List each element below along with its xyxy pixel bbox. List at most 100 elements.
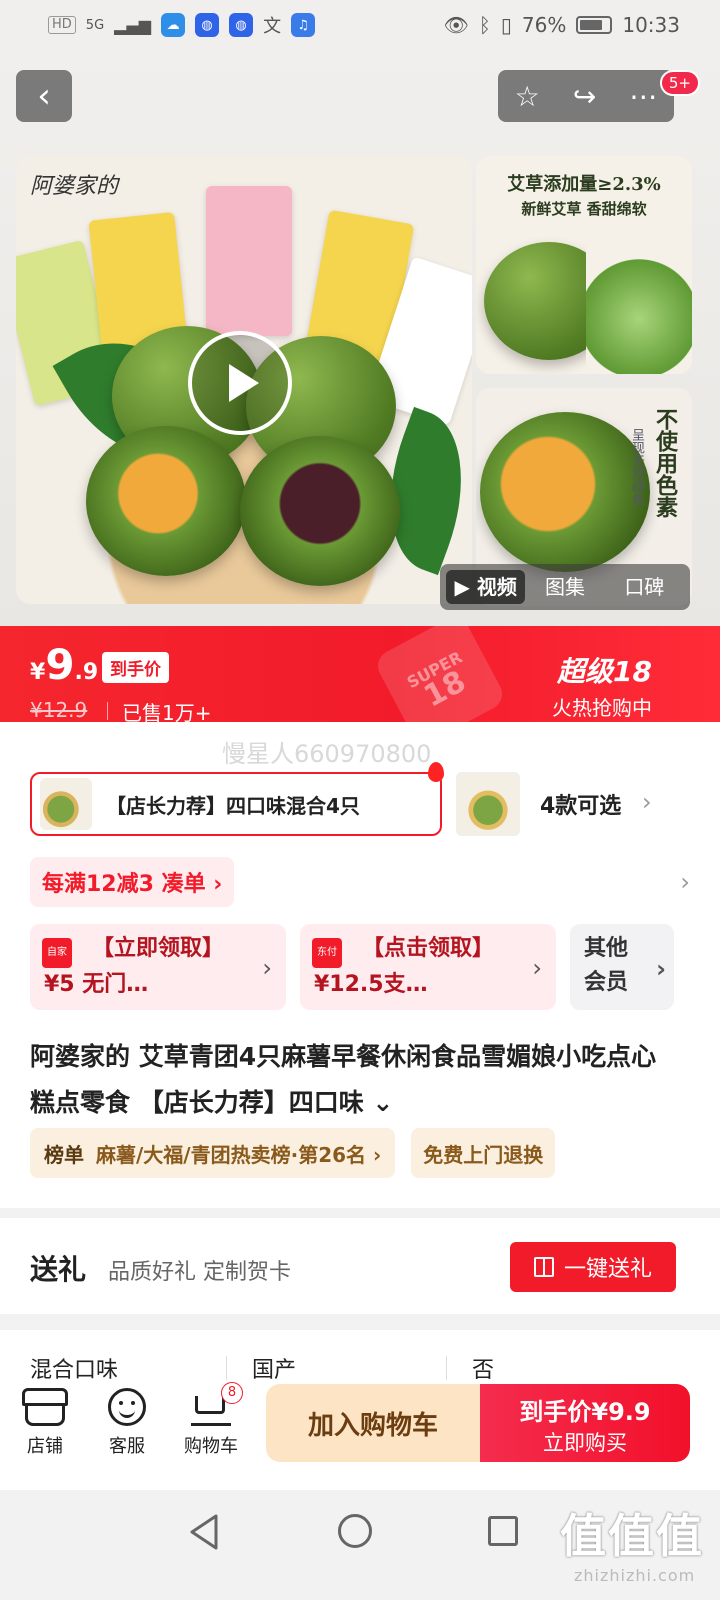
sku-thumbnail-alt[interactable] [456, 772, 520, 836]
smile-icon [108, 1388, 146, 1426]
herb-image [586, 236, 692, 374]
play-button[interactable] [188, 331, 292, 435]
tab-video-label: 视频 [476, 575, 517, 599]
qingtuan-image [86, 426, 246, 576]
coupon-card[interactable]: 东付 【点击领取】¥12.5支… › [300, 924, 556, 1010]
promo-full-reduction[interactable]: 每满12减3 凑单 › [30, 857, 235, 907]
sold-count: 已售1万+ [122, 701, 212, 722]
hd-indicator: HD [48, 16, 76, 34]
nav-back-icon[interactable] [188, 1512, 220, 1552]
price-decimal: .9 [74, 660, 99, 685]
member-label: 其他会员 [584, 936, 629, 995]
watermark: 慢星人660970800 [222, 740, 432, 768]
free-return-tag[interactable]: 免费上门退换 [411, 1128, 556, 1178]
cart-count-badge: 8 [221, 1382, 243, 1404]
chevron-right-icon: › [680, 868, 690, 896]
buy-label: 立即购买 [543, 1431, 627, 1455]
sku-selector[interactable]: 【店长力荐】四口味混合4只 4款可选 › [30, 762, 652, 836]
cart-button[interactable]: 8 购物车 [176, 1382, 246, 1458]
tab-video[interactable]: ▶ 视频 [446, 570, 526, 604]
super18-stamp: SUPER 18 [372, 626, 508, 722]
coupon-list: 自家 【立即领取】¥5 无门… › 东付 【点击领取】¥12.5支… › 其他会… [30, 924, 674, 1010]
side-image-subtitle: 新鲜艾草 香甜绵软 [521, 200, 647, 218]
buy-now-button[interactable]: 到手价¥9.9 立即购买 [480, 1384, 690, 1462]
side-image-title: 不使用色素 [652, 408, 678, 518]
chevron-right-icon: › [642, 788, 652, 816]
tag-row: 榜单 麻薯/大福/青团热卖榜·第26名 › 免费上门退换 [30, 1128, 556, 1178]
super18-subtitle: 火热抢购中 [552, 696, 652, 720]
gift-button-label: 一键送礼 [563, 1257, 652, 1282]
site-watermark-logo: 值值值 [560, 1509, 704, 1563]
bluetooth-icon: ᛒ [478, 13, 491, 37]
service-label: 客服 [109, 1436, 145, 1457]
final-price-tag: 到手价 [102, 652, 169, 683]
store-button[interactable]: 店铺 [10, 1388, 80, 1458]
product-info-card: 慢星人660970800 【店长力荐】四口味混合4只 4款可选 › 每满12减3… [0, 722, 720, 1208]
signal-icon: ▂▄▆ [114, 15, 152, 35]
divider [226, 1356, 227, 1380]
weather-app-icon: ☁ [161, 13, 186, 37]
message-badge: 5+ [659, 70, 700, 96]
battery-level: 76% [521, 13, 567, 37]
coupon-icon: 东付 [312, 938, 342, 968]
customer-service-button[interactable]: 客服 [92, 1388, 162, 1458]
cart-icon: 8 [191, 1382, 243, 1426]
other-member-button[interactable]: 其他会员 › [570, 924, 674, 1010]
gift-subtitle: 品质好礼 定制贺卡 [108, 1260, 291, 1285]
selected-sku[interactable]: 【店长力荐】四口味混合4只 [30, 762, 444, 836]
divider [446, 1356, 447, 1380]
nav-home-icon[interactable] [338, 1514, 372, 1548]
hot-icon [428, 762, 444, 782]
coupon-text: 【立即领取】¥5 无门… [44, 936, 225, 997]
promo-row[interactable]: 每满12减3 凑单 › › [30, 856, 690, 908]
baidu-app-icon: ◍ [195, 13, 220, 37]
qingtuan-image [480, 412, 650, 572]
ranking-tag[interactable]: 榜单 麻薯/大福/青团热卖榜·第26名 › [30, 1128, 396, 1178]
price-currency: ¥ [30, 660, 46, 685]
original-price: ¥12.9 [30, 698, 88, 722]
ranking-text: 麻薯/大福/青团热卖榜·第26名 › [96, 1142, 382, 1167]
media-tab-bar: ▶ 视频 图集 口碑 [440, 564, 690, 610]
gift-icon [533, 1257, 554, 1277]
gift-section: 送礼 品质好礼 定制贺卡 一键送礼 [0, 1218, 720, 1314]
cart-basket [195, 1396, 225, 1414]
play-icon [229, 364, 259, 402]
add-to-cart-button[interactable]: 加入购物车 [266, 1384, 480, 1462]
battery-icon [576, 16, 613, 34]
store-label: 店铺 [27, 1436, 63, 1457]
ranking-label: 榜单 [44, 1142, 84, 1167]
package-image [206, 186, 292, 336]
tab-gallery[interactable]: 图集 [525, 570, 604, 604]
side-product-image[interactable]: 艾草添加量≥2.3% 新鲜艾草 香甜绵软 [476, 156, 692, 374]
main-product-image[interactable]: 阿婆家的 [16, 156, 472, 604]
back-button[interactable]: ‹ [16, 70, 72, 122]
one-click-gift-button[interactable]: 一键送礼 [510, 1242, 676, 1292]
side-image-subtitle: 呈现天然绿色 [629, 428, 644, 506]
chevron-right-icon: › [656, 955, 666, 983]
tab-reviews[interactable]: 口碑 [605, 570, 684, 604]
coupon-text: 【点击领取】¥12.5支… [314, 936, 495, 997]
eye-icon: 👁 [443, 13, 469, 37]
favorite-star-icon[interactable]: ☆ [515, 80, 540, 113]
chevron-left-icon: ‹ [37, 76, 51, 116]
coupon-card[interactable]: 自家 【立即领取】¥5 无门… › [30, 924, 286, 1010]
qingtuan-image [240, 436, 400, 586]
sku-count: 4款可选 [540, 794, 622, 819]
more-icon[interactable]: ⋯ [629, 80, 657, 113]
price-banner: ¥ 9 .9 到手价 ¥12.9 已售1万+ SUPER 18 超级18 火热抢… [0, 626, 720, 722]
store-icon [22, 1388, 68, 1426]
bottom-action-bar: 店铺 客服 8 购物车 加入购物车 到手价¥9.9 立即购买 [0, 1380, 720, 1490]
baidu-app-icon: ◍ [229, 13, 254, 37]
status-bar: HD 5G ▂▄▆ ☁ ◍ ◍ 文 ♫ 👁 ᛒ ▯ 76% 10:33 [0, 0, 720, 50]
site-watermark-url: zhizhizhi.com [574, 1566, 696, 1585]
vibrate-icon: ▯ [500, 13, 512, 37]
brand-logo: 阿婆家的 [30, 174, 119, 199]
chevron-right-icon: › [532, 954, 542, 982]
sku-thumbnail [40, 778, 92, 830]
share-icon[interactable]: ↪ [573, 80, 596, 113]
chevron-right-icon: › [262, 954, 272, 982]
price-integer: 9 [45, 640, 75, 689]
product-title[interactable]: 阿婆家的 艾草青团4只麻薯早餐休闲食品雪媚娘小吃点心糕点零食 【店长力荐】四口味… [30, 1034, 680, 1126]
divider [107, 702, 108, 720]
nav-recent-icon[interactable] [488, 1516, 518, 1546]
